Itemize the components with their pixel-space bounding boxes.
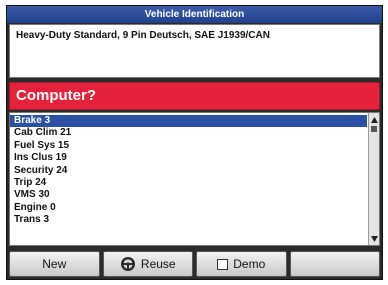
list-item[interactable]: Brake 3 — [10, 115, 367, 128]
list-item[interactable]: Trip 24 — [10, 177, 367, 189]
list-item[interactable]: Engine 0 — [10, 202, 367, 214]
computer-list-items: Brake 3 Cab Clim 21 Fuel Sys 15 Ins Clus 19… — [10, 115, 367, 227]
scroll-up-icon[interactable] — [370, 115, 379, 124]
reuse-button[interactable]: Reuse — [102, 251, 193, 277]
list-item[interactable]: Trans 3 — [10, 214, 367, 226]
reuse-button-label: Reuse — [140, 257, 176, 271]
button-bar: New Reuse Demo — [9, 250, 380, 278]
prompt-text: Computer? — [16, 87, 96, 104]
demo-label: Demo — [233, 257, 266, 271]
list-item[interactable]: Cab Clim 21 — [10, 127, 367, 139]
window-title: Vehicle Identification — [7, 6, 382, 23]
new-button-label: New — [42, 257, 67, 271]
demo-checkbox[interactable] — [217, 258, 229, 270]
computer-list[interactable]: Brake 3 Cab Clim 21 Fuel Sys 15 Ins Clus 19… — [9, 112, 380, 246]
list-item[interactable]: VMS 30 — [10, 189, 367, 201]
steering-wheel-icon — [120, 256, 136, 272]
scroll-down-icon[interactable] — [370, 234, 379, 243]
scroll-thumb[interactable] — [371, 126, 377, 132]
blank-button[interactable] — [289, 251, 380, 277]
demo-toggle[interactable]: Demo — [196, 251, 287, 277]
vehicle-info-text: Heavy-Duty Standard, 9 Pin Deutsch, SAE … — [16, 30, 270, 41]
list-item[interactable]: Security 24 — [10, 165, 367, 177]
list-scrollbar[interactable] — [368, 113, 379, 245]
prompt-bar: Computer? — [9, 82, 380, 110]
new-button[interactable]: New — [9, 251, 100, 277]
list-item[interactable]: Fuel Sys 15 — [10, 140, 367, 152]
list-item[interactable]: Ins Clus 19 — [10, 152, 367, 164]
vehicle-info-panel: Heavy-Duty Standard, 9 Pin Deutsch, SAE … — [9, 24, 380, 78]
